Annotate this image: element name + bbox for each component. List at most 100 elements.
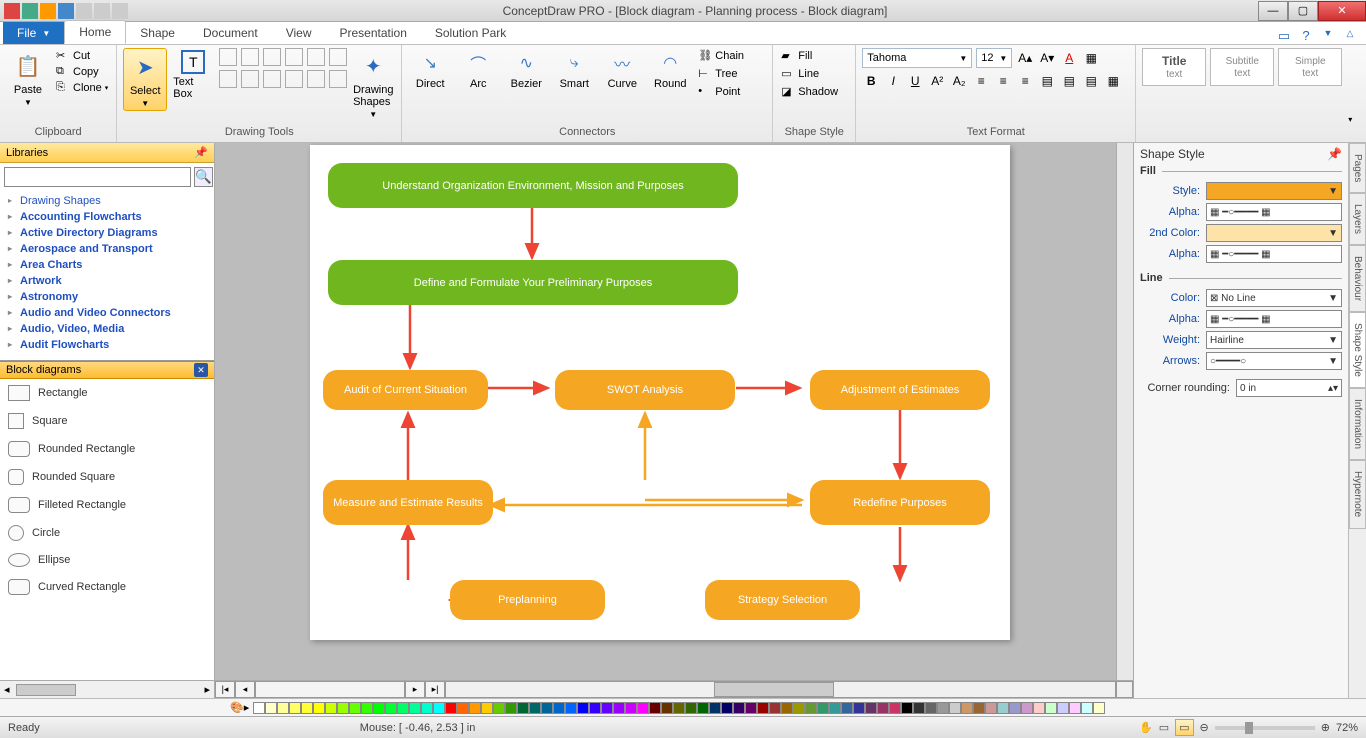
window-icon[interactable]: ▭ (1276, 28, 1292, 44)
shadow-button[interactable]: ◪Shadow (779, 84, 849, 100)
quick-style-simple[interactable]: Simpletext (1278, 48, 1342, 86)
connector-bezier[interactable]: ∿Bezier (504, 48, 548, 90)
shape-filleted-rectangle[interactable]: Filleted Rectangle (0, 491, 214, 519)
connector-arc[interactable]: ⌒Arc (456, 48, 500, 90)
color-swatch[interactable] (637, 702, 649, 714)
color-swatch[interactable] (481, 702, 493, 714)
page-next-button[interactable]: ▸ (405, 681, 425, 698)
color-swatch[interactable] (349, 702, 361, 714)
tree-item[interactable]: Artwork (6, 273, 208, 289)
color-swatch[interactable] (973, 702, 985, 714)
resize-handle[interactable] (1116, 681, 1133, 698)
shape-square[interactable]: Square (0, 407, 214, 435)
page-first-button[interactable]: |◂ (215, 681, 235, 698)
color-swatch[interactable] (469, 702, 481, 714)
color-swatch[interactable] (337, 702, 349, 714)
color-swatch[interactable] (529, 702, 541, 714)
color-swatch[interactable] (589, 702, 601, 714)
block-define[interactable]: Define and Formulate Your Preliminary Pu… (328, 260, 738, 305)
color-swatch[interactable] (277, 702, 289, 714)
superscript-button[interactable]: A² (928, 72, 946, 90)
block-swot[interactable]: SWOT Analysis (555, 370, 735, 410)
vertical-scrollbar[interactable] (1116, 143, 1133, 680)
qat-icon[interactable] (58, 3, 74, 19)
minimize-button[interactable]: — (1258, 1, 1288, 21)
side-tab-hypernote[interactable]: Hypernote (1349, 460, 1366, 528)
drawing-tool-grid[interactable] (219, 48, 347, 88)
italic-button[interactable]: I (884, 72, 902, 90)
color-swatch[interactable] (253, 702, 265, 714)
side-tab-layers[interactable]: Layers (1349, 193, 1366, 245)
shape-curved-rectangle[interactable]: Curved Rectangle (0, 573, 214, 601)
color-swatch[interactable] (853, 702, 865, 714)
library-tree[interactable]: Drawing Shapes Accounting Flowcharts Act… (0, 191, 214, 361)
second-color-combo[interactable]: ▼ (1206, 224, 1342, 242)
color-swatch[interactable] (733, 702, 745, 714)
tab-shape[interactable]: Shape (126, 22, 189, 44)
qat-save-icon[interactable] (76, 3, 92, 19)
align-right-button[interactable]: ≡ (1016, 72, 1034, 90)
color-swatch[interactable] (781, 702, 793, 714)
close-category-icon[interactable]: ✕ (194, 363, 208, 377)
tree-item[interactable]: Drawing Shapes (6, 193, 208, 209)
shape-rounded-rectangle[interactable]: Rounded Rectangle (0, 435, 214, 463)
text-direction-button[interactable]: ▦ (1104, 72, 1122, 90)
block-strategy[interactable]: Strategy Selection (705, 580, 860, 620)
color-swatch[interactable] (817, 702, 829, 714)
align-center-button[interactable]: ≡ (994, 72, 1012, 90)
align-middle-button[interactable]: ▤ (1060, 72, 1078, 90)
color-swatch[interactable] (793, 702, 805, 714)
color-swatch[interactable] (361, 702, 373, 714)
color-swatch[interactable] (613, 702, 625, 714)
fill-button[interactable]: ▰Fill (779, 48, 849, 64)
tree-item[interactable]: Audit Flowcharts (6, 337, 208, 353)
pin-icon[interactable]: 📌 (194, 146, 208, 159)
color-swatch[interactable] (541, 702, 553, 714)
color-swatch[interactable] (745, 702, 757, 714)
color-swatch[interactable] (721, 702, 733, 714)
block-preplanning[interactable]: Preplanning (450, 580, 605, 620)
color-swatch[interactable] (697, 702, 709, 714)
color-swatch[interactable] (709, 702, 721, 714)
page-nav[interactable]: |◂ ◂ ▸ ▸| (215, 681, 445, 698)
file-tab[interactable]: File ▼ (3, 22, 64, 44)
quick-style-subtitle[interactable]: Subtitletext (1210, 48, 1274, 86)
tab-view[interactable]: View (272, 22, 326, 44)
color-swatch[interactable] (829, 702, 841, 714)
close-button[interactable]: ✕ (1318, 1, 1366, 21)
paste-button[interactable]: 📋 Paste▼ (6, 48, 50, 109)
align-bottom-button[interactable]: ▤ (1082, 72, 1100, 90)
tree-item[interactable]: Astronomy (6, 289, 208, 305)
color-swatch[interactable] (457, 702, 469, 714)
color-swatch[interactable] (961, 702, 973, 714)
color-swatch[interactable] (805, 702, 817, 714)
color-swatch[interactable] (985, 702, 997, 714)
qat-redo-icon[interactable] (112, 3, 128, 19)
search-button[interactable]: 🔍 (194, 167, 213, 187)
color-swatch[interactable] (409, 702, 421, 714)
tree-item[interactable]: Area Charts (6, 257, 208, 273)
connector-round[interactable]: ◠Round (648, 48, 692, 90)
fit-page-icon[interactable]: ▭ (1159, 721, 1169, 734)
color-swatch[interactable] (1069, 702, 1081, 714)
block-understand[interactable]: Understand Organization Environment, Mis… (328, 163, 738, 208)
color-swatch[interactable] (373, 702, 385, 714)
color-swatch[interactable] (421, 702, 433, 714)
zoom-in-button[interactable]: ⊕ (1321, 721, 1330, 734)
qat-icon[interactable] (40, 3, 56, 19)
color-swatch[interactable] (877, 702, 889, 714)
alpha2-slider[interactable]: ▦ ━○━━━━ ▦ (1206, 245, 1342, 263)
library-category-header[interactable]: Block diagrams ✕ (0, 361, 214, 379)
pin-icon[interactable]: 📌 (1327, 147, 1342, 161)
cut-button[interactable]: ✂Cut (54, 48, 110, 64)
color-swatch[interactable] (769, 702, 781, 714)
color-swatch[interactable] (397, 702, 409, 714)
library-search-input[interactable] (4, 167, 191, 187)
color-swatch[interactable] (1081, 702, 1093, 714)
color-swatch[interactable] (385, 702, 397, 714)
tab-presentation[interactable]: Presentation (325, 22, 420, 44)
tree-item[interactable]: Active Directory Diagrams (6, 225, 208, 241)
color-swatch[interactable] (313, 702, 325, 714)
palette-toggle[interactable]: 🎨▸ (230, 701, 249, 714)
color-swatch[interactable] (949, 702, 961, 714)
